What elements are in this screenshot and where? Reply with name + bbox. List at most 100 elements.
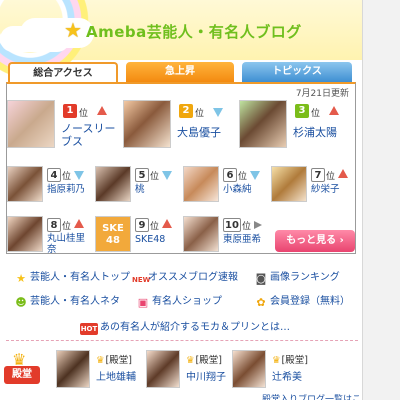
ranking-item[interactable]: 4 位 指原莉乃 bbox=[7, 166, 93, 206]
blogger-name[interactable]: 紗栄子 bbox=[311, 184, 340, 195]
trend-down-icon bbox=[250, 171, 260, 180]
thumbnail-image[interactable] bbox=[146, 350, 180, 388]
ranking-item[interactable]: SKE 48 9 位 SKE48 bbox=[95, 216, 181, 256]
link-celebrity-shop[interactable]: ▣ 有名人ショップ bbox=[136, 292, 222, 309]
camera-icon: ◙ bbox=[255, 272, 267, 285]
ranking-item[interactable]: 1 位 ノースリーブス bbox=[7, 100, 123, 160]
hall-of-fame-label: 殿堂 bbox=[4, 366, 40, 384]
blogger-name[interactable]: 丸山桂里奈 bbox=[47, 233, 91, 255]
ranking-item[interactable]: 8 位 丸山桂里奈 bbox=[7, 216, 93, 256]
trend-down-icon bbox=[74, 171, 84, 180]
hall-of-fame-tag: ♛[殿堂] bbox=[186, 355, 222, 366]
thumbnail-image[interactable] bbox=[123, 100, 171, 148]
trend-down-icon bbox=[162, 171, 172, 180]
rank-unit: 位 bbox=[326, 172, 336, 182]
smile-face-icon: ☻ bbox=[15, 296, 27, 309]
ranking-panel: 7月21日更新 1 位 ノースリーブス 2 位 大島優子 3 位 杉浦太陽 4 … bbox=[6, 82, 357, 256]
trend-up-icon bbox=[74, 219, 84, 228]
star-icon: ★ bbox=[16, 272, 26, 285]
rank-badge: 6 bbox=[223, 168, 237, 182]
widget-header: ★ Ameba芸能人・有名人ブログ bbox=[0, 0, 362, 80]
rank-unit: 位 bbox=[195, 109, 205, 119]
rank-unit: 位 bbox=[62, 222, 72, 232]
thumbnail-image[interactable] bbox=[232, 350, 266, 388]
trend-same-icon bbox=[254, 221, 262, 229]
thumbnail-image[interactable] bbox=[95, 166, 131, 202]
link-celebrity-neta[interactable]: ☻ 芸能人・有名人ネタ bbox=[14, 292, 120, 309]
more-button[interactable]: もっと見る › bbox=[275, 230, 355, 252]
link-image-ranking[interactable]: ◙ 画像ランキング bbox=[254, 268, 340, 285]
hot-badge-icon: HOT bbox=[80, 323, 98, 335]
tab-rising[interactable]: 急上昇 bbox=[126, 62, 234, 82]
rank-badge: 9 bbox=[135, 218, 149, 232]
trend-up-icon bbox=[97, 106, 107, 115]
thumbnail-image[interactable] bbox=[56, 350, 90, 388]
celebrity-blog-widget: ★ Ameba芸能人・有名人ブログ 総合アクセス 急上昇 トピックス 7月21日… bbox=[0, 0, 362, 400]
member-icon: ✿ bbox=[256, 296, 266, 309]
star-icon: ★ bbox=[64, 18, 82, 42]
trend-down-icon bbox=[213, 108, 223, 117]
rank-badge: 2 bbox=[179, 104, 193, 118]
side-scroll-strip bbox=[362, 0, 400, 400]
rank-unit: 位 bbox=[238, 172, 248, 182]
ranking-item[interactable]: 6 位 小森純 bbox=[183, 166, 269, 206]
hall-of-fame-item[interactable]: ♛[殿堂] 中川翔子 bbox=[146, 350, 242, 400]
thumbnail-image[interactable] bbox=[7, 100, 55, 148]
rank-badge: 1 bbox=[63, 104, 77, 118]
blogger-name[interactable]: 東原亜希 bbox=[223, 234, 261, 245]
blogger-name[interactable]: ノースリーブス bbox=[61, 122, 121, 148]
hall-of-fame-item[interactable]: ♛[殿堂] 上地雄輔 bbox=[56, 350, 156, 400]
ranking-item[interactable]: 7 位 紗栄子 bbox=[271, 166, 357, 206]
gift-icon: ▣ bbox=[137, 296, 149, 309]
ranking-item[interactable]: 3 位 杉浦太陽 bbox=[239, 100, 355, 160]
rank-unit: 位 bbox=[150, 172, 160, 182]
widget-title[interactable]: Ameba芸能人・有名人ブログ bbox=[86, 21, 302, 42]
rank-unit: 位 bbox=[62, 172, 72, 182]
section-divider bbox=[6, 340, 358, 341]
blogger-name[interactable]: 小森純 bbox=[223, 184, 252, 195]
link-register[interactable]: ✿ 会員登録（無料） bbox=[254, 292, 350, 309]
link-recommended-blogs[interactable]: NEWオススメブログ速報 bbox=[132, 268, 238, 287]
new-badge-icon: NEW bbox=[132, 276, 151, 284]
rank-badge: 10 bbox=[223, 218, 241, 232]
tab-topics[interactable]: トピックス bbox=[242, 62, 352, 82]
hall-of-fame-badge: ♛ 殿堂 bbox=[4, 350, 40, 390]
rank-badge: 5 bbox=[135, 168, 149, 182]
blogger-name[interactable]: 上地雄輔 bbox=[96, 368, 136, 383]
hall-of-fame-tag: ♛[殿堂] bbox=[272, 355, 308, 366]
hall-of-fame-tag: ♛[殿堂] bbox=[96, 355, 132, 366]
thumbnail-image[interactable] bbox=[183, 166, 219, 202]
rank-unit: 位 bbox=[242, 222, 252, 232]
trend-up-icon bbox=[338, 169, 348, 178]
blogger-name[interactable]: 中川翔子 bbox=[186, 368, 226, 383]
thumbnail-image[interactable] bbox=[239, 100, 287, 148]
rank-unit: 位 bbox=[311, 109, 321, 119]
blogger-name[interactable]: 桃 bbox=[135, 184, 145, 195]
rank-badge: 4 bbox=[47, 168, 61, 182]
hall-of-fame-list-link[interactable]: 殿堂入りブログ一覧はこちら bbox=[262, 392, 362, 400]
blogger-name[interactable]: 杉浦太陽 bbox=[293, 126, 337, 139]
link-celebrity-top[interactable]: ★ 芸能人・有名人トップ bbox=[14, 268, 130, 285]
updated-date: 7月21日更新 bbox=[295, 89, 349, 99]
ranking-item[interactable]: 5 位 桃 bbox=[95, 166, 181, 206]
blogger-name[interactable]: 辻希美 bbox=[272, 368, 302, 383]
ranking-item[interactable]: 2 位 大島優子 bbox=[123, 100, 239, 160]
thumbnail-image[interactable] bbox=[7, 216, 43, 252]
thumbnail-logo[interactable]: SKE 48 bbox=[95, 216, 131, 252]
trend-up-icon bbox=[162, 219, 172, 228]
blogger-name[interactable]: 大島優子 bbox=[177, 126, 221, 139]
rank-badge: 7 bbox=[311, 168, 325, 182]
tab-total-access[interactable]: 総合アクセス bbox=[8, 62, 118, 84]
thumbnail-image[interactable] bbox=[183, 216, 219, 252]
blogger-name[interactable]: 指原莉乃 bbox=[47, 184, 85, 195]
blogger-name[interactable]: SKE48 bbox=[135, 234, 165, 245]
link-promo[interactable]: HOT あの有名人が紹介するモカ＆プリンとは… bbox=[80, 318, 290, 335]
crown-icon: ♛ bbox=[96, 355, 105, 366]
trend-up-icon bbox=[329, 106, 339, 115]
rank-badge: 8 bbox=[47, 218, 61, 232]
ranking-item[interactable]: 10 位 東原亜希 bbox=[183, 216, 273, 256]
thumbnail-image[interactable] bbox=[7, 166, 43, 202]
rank-unit: 位 bbox=[150, 222, 160, 232]
thumbnail-image[interactable] bbox=[271, 166, 307, 202]
rank-unit: 位 bbox=[79, 109, 89, 119]
